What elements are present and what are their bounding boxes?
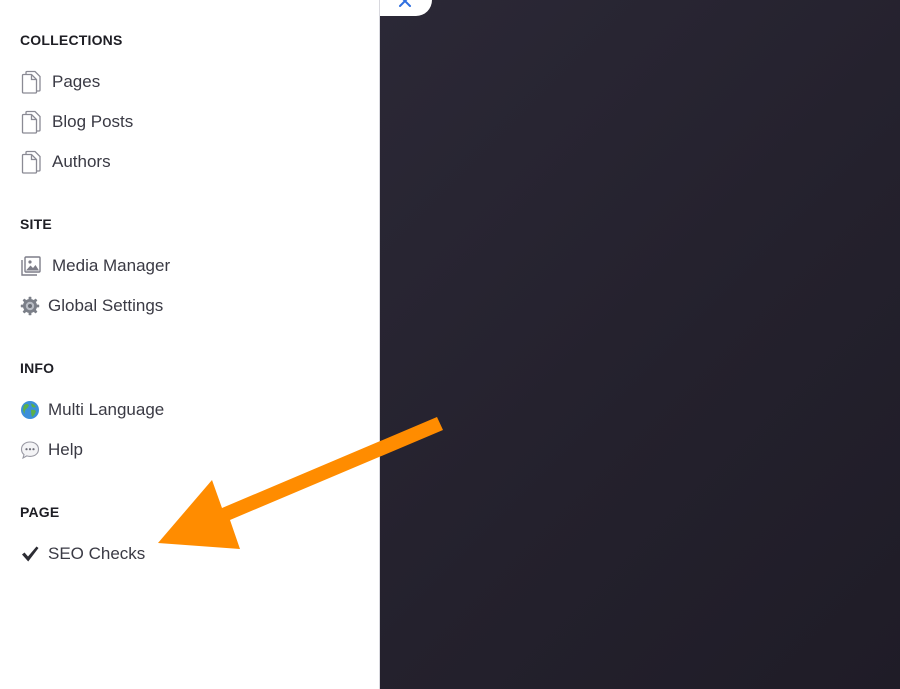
globe-icon [20,398,40,422]
document-icon [20,150,42,174]
checkmark-icon [20,542,40,566]
sidebar-item-global-settings[interactable]: Global Settings [20,292,163,320]
main-overlay [380,0,900,689]
image-gallery-icon [20,254,42,278]
section-title-info: INFO [20,360,55,376]
sidebar-item-authors[interactable]: Authors [20,148,111,176]
sidebar-item-pages[interactable]: Pages [20,68,100,96]
section-title-page: PAGE [20,504,60,520]
sidebar-item-blog-posts[interactable]: Blog Posts [20,108,133,136]
document-icon [20,110,42,134]
sidebar-item-label: Blog Posts [52,112,134,131]
sidebar-item-label: Help [48,440,83,459]
sidebar-item-label: Multi Language [48,400,165,419]
document-icon [20,70,42,94]
sidebar-item-label: SEO Checks [48,544,146,563]
sidebar-item-multi-language[interactable]: Multi Language [20,396,164,424]
sidebar-item-label: Pages [52,72,101,91]
section-title-site: SITE [20,216,52,232]
section-title-collections: COLLECTIONS [20,32,123,48]
close-button[interactable] [380,0,432,16]
speech-bubble-icon [20,438,40,462]
sidebar-item-label: Media Manager [52,256,171,275]
sidebar-item-label: Authors [52,152,111,171]
close-icon [399,0,411,7]
gear-icon [20,294,40,318]
sidebar-item-seo-checks[interactable]: SEO Checks [20,540,145,568]
sidebar-item-help[interactable]: Help [20,436,83,464]
sidebar-item-media-manager[interactable]: Media Manager [20,252,170,280]
sidebar-item-label: Global Settings [48,296,164,315]
sidebar: COLLECTIONS Pages Blog Posts Authors SIT… [0,0,380,689]
